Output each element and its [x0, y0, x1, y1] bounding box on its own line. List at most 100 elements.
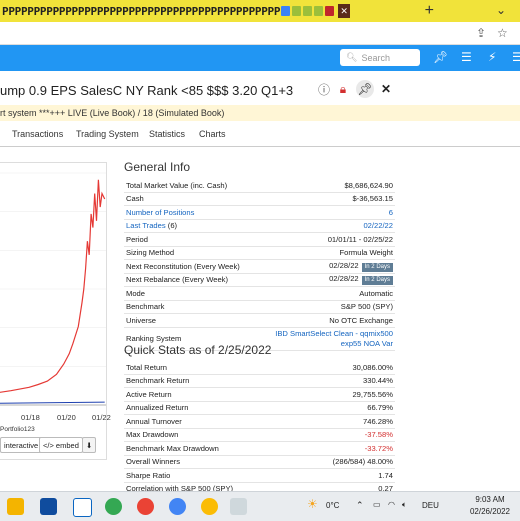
general-info-value: Automatic	[257, 286, 395, 301]
volume-icon[interactable]: 🔈︎	[402, 500, 407, 510]
quick-stat-label: Sharpe Ratio	[124, 468, 296, 483]
pin-button[interactable]: 📌︎	[356, 80, 374, 98]
quick-stat-label: Total Return	[124, 361, 296, 375]
quick-stat-value: -33.72%	[295, 441, 395, 456]
quick-stat-label: Benchmark Max Drawdown	[124, 441, 296, 456]
app-icon[interactable]	[73, 498, 92, 517]
general-info-row: Mode Automatic	[124, 286, 395, 301]
search-icon: 🔍︎	[346, 52, 358, 62]
lock-icon[interactable]: 🔒︎	[334, 80, 352, 98]
taskbar: ☀︎ 0°C ⌃ ▭ ◠ 🔈︎ DEU 9:03 AM 02/26/2022	[0, 491, 520, 521]
tab-favicon-icon[interactable]	[325, 6, 335, 16]
quick-stat-value: 1.74	[295, 468, 395, 483]
quick-stat-row: Annual Turnover 746.28%	[124, 414, 395, 429]
general-info-label: Sizing Method	[124, 246, 258, 260]
chrome-icon[interactable]	[169, 498, 186, 515]
close-icon[interactable]: ✕	[377, 80, 395, 98]
clock-date[interactable]: 02/26/2022	[462, 507, 518, 516]
wifi-icon[interactable]: ◠	[388, 500, 395, 509]
language-indicator[interactable]: DEU	[422, 501, 439, 510]
file-explorer-icon[interactable]	[7, 498, 24, 515]
general-info-value[interactable]: 02/22/22	[257, 219, 395, 233]
general-info-row: Benchmark S&P 500 (SPY)	[124, 300, 395, 314]
tab-favicon-icon[interactable]	[314, 6, 324, 16]
quick-stat-label: Overall Winners	[124, 455, 296, 469]
quick-stat-row: Benchmark Max Drawdown -33.72%	[124, 441, 395, 456]
tab-favicon-icon[interactable]	[303, 6, 313, 16]
general-info-value: $-36,563.15	[257, 192, 395, 206]
tab-list-chevron-icon[interactable]: ⌄	[496, 3, 506, 17]
quick-stat-row: Annualized Return 66.79%	[124, 401, 395, 415]
chrome-icon[interactable]	[105, 498, 122, 515]
share-icon[interactable]: ⇪	[476, 26, 486, 40]
bookmark-star-icon[interactable]: ☆	[497, 26, 508, 40]
quick-stat-label: Annualized Return	[124, 401, 296, 415]
paint-icon[interactable]	[230, 498, 247, 515]
tab-favicon-icon[interactable]	[292, 6, 302, 16]
general-info-label: Next Rebalance (Every Week)	[124, 273, 258, 287]
quick-stat-value: 330.44%	[295, 374, 395, 388]
info-icon[interactable]: ⓘ	[315, 80, 333, 98]
general-info-row: Period 01/01/11 - 02/25/22	[124, 232, 395, 247]
general-info-value: 02/28/22 In 2 Days	[257, 259, 395, 274]
quick-stat-label: Active Return	[124, 387, 296, 402]
download-icon[interactable]: ⬇	[82, 437, 97, 453]
quick-stats-title: Quick Stats as of 2/25/2022	[124, 343, 272, 357]
quick-stat-row: Benchmark Return 330.44%	[124, 374, 395, 388]
chrome-icon[interactable]	[137, 498, 154, 515]
list-icon[interactable]: ☰	[461, 50, 472, 64]
tab-statistics[interactable]: Statistics	[149, 129, 185, 139]
chrome-icon[interactable]	[201, 498, 218, 515]
temperature[interactable]: 0°C	[326, 501, 339, 510]
menu-icon[interactable]: ☰	[512, 50, 520, 64]
general-info-row: Next Rebalance (Every Week) 02/28/22 In 2 …	[124, 273, 395, 287]
general-info-value: 02/28/22 In 2 Days	[257, 273, 395, 287]
weather-icon: ☀︎	[307, 497, 318, 511]
quick-stat-label: Benchmark Return	[124, 374, 296, 388]
outlook-icon[interactable]	[40, 498, 57, 515]
general-info-title: General Info	[124, 160, 191, 174]
general-info-label[interactable]: Last Trades (6)	[124, 219, 258, 233]
general-info-label: Benchmark	[124, 300, 258, 314]
pin-icon[interactable]: 📌︎	[433, 50, 448, 64]
embed-button[interactable]: </> embed	[39, 437, 83, 453]
legend-portfolio123: Portfolio123	[0, 426, 35, 433]
search-input[interactable]: 🔍︎ Search	[340, 49, 420, 66]
performance-chart-card	[0, 162, 107, 460]
interactive-button[interactable]: interactive	[0, 437, 43, 453]
general-info-label: Total Market Value (inc. Cash)	[124, 179, 258, 193]
general-info-label: Next Reconstitution (Every Week)	[124, 259, 258, 274]
general-info-row: Number of Positions 6	[124, 205, 395, 220]
general-info-label: Cash	[124, 192, 258, 206]
tab-transactions[interactable]: Transactions	[12, 129, 63, 139]
page-title: ump 0.9 EPS SalesC NY Rank <85 $$$ 3.20 …	[0, 83, 294, 98]
x-tick-label: 01/18	[21, 413, 40, 422]
general-info-row: Universe No OTC Exchange	[124, 313, 395, 328]
quick-stat-value: 29,755.56%	[295, 387, 395, 402]
tab-favicon-icon[interactable]	[281, 6, 291, 16]
tab-charts[interactable]: Charts	[199, 129, 226, 139]
browser-tabs[interactable]: PPPPPPPPPPPPPPPPPPPPPPPPPPPPPPPPPPPPPPPP…	[0, 5, 281, 18]
general-info-value[interactable]: 6	[257, 205, 395, 220]
tab-trading-system[interactable]: Trading System	[76, 129, 139, 139]
quick-stat-value: 746.28%	[295, 414, 395, 429]
general-info-table: Total Market Value (inc. Cash) $8,686,624…	[124, 179, 395, 351]
in-days-badge: In 2 Days	[361, 276, 393, 286]
clock-time[interactable]: 9:03 AM	[462, 495, 518, 504]
general-info-count: (6)	[165, 221, 178, 231]
general-info-value: $8,686,624.90	[257, 179, 395, 193]
quick-stat-row: Active Return 29,755.56%	[124, 387, 395, 402]
new-tab-button[interactable]: +	[425, 2, 434, 20]
general-info-label[interactable]: Number of Positions	[124, 205, 258, 220]
flash-icon[interactable]: ⚡︎	[488, 50, 496, 64]
x-tick-label: 01/20	[57, 413, 76, 422]
quick-stat-label: Max Drawdown	[124, 428, 296, 442]
quick-stat-label: Annual Turnover	[124, 414, 296, 429]
system-notice: rt system ***+++ LIVE (Live Book) / 18 (…	[0, 105, 520, 121]
page-tabs: Transactions Trading System Statistics C…	[0, 124, 520, 147]
quick-stats-table: Total Return 30,086.00% Benchmark Return 33…	[124, 361, 395, 496]
tray-chevron-icon[interactable]: ⌃	[356, 500, 364, 511]
general-info-row: Cash $-36,563.15	[124, 192, 395, 206]
network-icon[interactable]: ▭	[373, 500, 381, 509]
close-tab-icon[interactable]: ✕	[338, 4, 351, 18]
